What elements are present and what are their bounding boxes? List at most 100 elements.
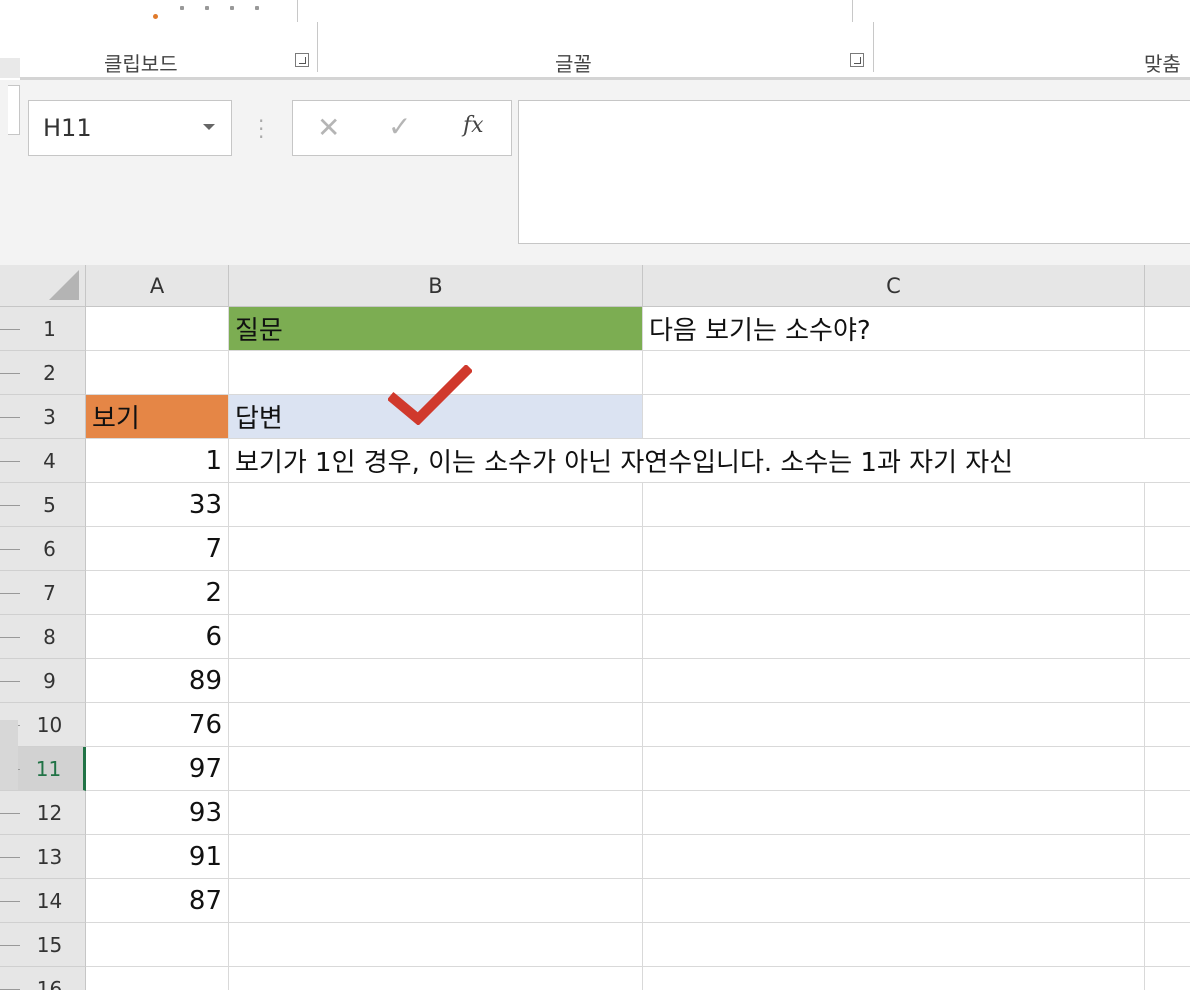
cell-d11[interactable] [1145,747,1190,791]
row-header-12[interactable]: 12 [0,791,86,835]
row-header-5[interactable]: 5 [0,483,86,527]
insert-function-icon[interactable]: fx [463,113,484,138]
cell-a8[interactable]: 6 [86,615,229,659]
cell-c7[interactable] [643,571,1145,615]
clipboard-dialog-launcher-icon[interactable] [295,53,309,67]
cell-a1[interactable] [86,307,229,351]
ribbon-dot [180,6,184,10]
cell-c1[interactable]: 다음 보기는 소수야? [643,307,1145,351]
cell-b15[interactable] [229,923,643,967]
cell-c11[interactable] [643,747,1145,791]
cell-a2[interactable] [86,351,229,395]
formula-input[interactable] [518,100,1190,244]
cell-d12[interactable] [1145,791,1190,835]
row-header-15[interactable]: 15 [0,923,86,967]
cell-d9[interactable] [1145,659,1190,703]
cell-c8[interactable] [643,615,1145,659]
cell-a11[interactable]: 97 [86,747,229,791]
cell-a16[interactable] [86,967,229,990]
cell-c10[interactable] [643,703,1145,747]
cell-d7[interactable] [1145,571,1190,615]
cell-d2[interactable] [1145,351,1190,395]
row-outline-tick [0,988,20,990]
row-header-8[interactable]: 8 [0,615,86,659]
cell-b11[interactable] [229,747,643,791]
row-header-2[interactable]: 2 [0,351,86,395]
cell-c5[interactable] [643,483,1145,527]
cell-c13[interactable] [643,835,1145,879]
cell-b1[interactable]: 질문 [229,307,643,351]
cell-b7[interactable] [229,571,643,615]
cell-value: 1 [205,445,222,476]
row-header-1[interactable]: 1 [0,307,86,351]
cell-c3[interactable] [643,395,1145,439]
name-box-dropdown-icon[interactable] [203,124,215,130]
cell-b8[interactable] [229,615,643,659]
worksheet-grid: A B C 1 질문 다음 보기는 소수야? 2 3 보기 답변 4 1 보기가 1인 경우, 이… [0,265,1190,990]
cell-c12[interactable] [643,791,1145,835]
cell-b12[interactable] [229,791,643,835]
cell-d6[interactable] [1145,527,1190,571]
cell-a14[interactable]: 87 [86,879,229,923]
cell-d15[interactable] [1145,923,1190,967]
cell-c15[interactable] [643,923,1145,967]
cell-value: 6 [205,621,222,652]
cell-a10[interactable]: 76 [86,703,229,747]
cell-d3[interactable] [1145,395,1190,439]
row-header-16[interactable]: 16 [0,967,86,990]
cell-a4[interactable]: 1 [86,439,229,483]
checkmark-annotation-icon [388,365,472,425]
cell-d16[interactable] [1145,967,1190,990]
column-header-b[interactable]: B [229,265,643,307]
cancel-icon[interactable]: ✕ [317,111,340,144]
row-header-9[interactable]: 9 [0,659,86,703]
cell-a3[interactable]: 보기 [86,395,229,439]
cell-b6[interactable] [229,527,643,571]
select-all-button[interactable] [0,265,86,307]
ribbon-dot [205,6,209,10]
cell-b14[interactable] [229,879,643,923]
cell-d10[interactable] [1145,703,1190,747]
cell-d14[interactable] [1145,879,1190,923]
row-outline-tick [0,944,20,946]
cell-a7[interactable]: 2 [86,571,229,615]
cell-value: 33 [188,489,222,520]
cell-d8[interactable] [1145,615,1190,659]
row-header-3[interactable]: 3 [0,395,86,439]
cell-b5[interactable] [229,483,643,527]
row-header-14[interactable]: 14 [0,879,86,923]
cell-a15[interactable] [86,923,229,967]
cell-a13[interactable]: 91 [86,835,229,879]
cell-b4[interactable]: 보기가 1인 경우, 이는 소수가 아닌 자연수입니다. 소수는 1과 자기 자… [229,439,1190,483]
column-header-c[interactable]: C [643,265,1145,307]
cell-b16[interactable] [229,967,643,990]
formula-bar-grip-icon[interactable]: · · · [258,111,264,147]
cell-b13[interactable] [229,835,643,879]
cell-a6[interactable]: 7 [86,527,229,571]
cell-d5[interactable] [1145,483,1190,527]
cell-a5[interactable]: 33 [86,483,229,527]
cell-b10[interactable] [229,703,643,747]
row-header-13[interactable]: 13 [0,835,86,879]
row-header-6[interactable]: 6 [0,527,86,571]
cell-d13[interactable] [1145,835,1190,879]
cell-d1[interactable] [1145,307,1190,351]
column-header-d[interactable] [1145,265,1190,307]
enter-check-icon[interactable]: ✓ [388,110,411,143]
cell-c6[interactable] [643,527,1145,571]
cell-c2[interactable] [643,351,1145,395]
name-box[interactable]: H11 [28,100,232,156]
cell-c16[interactable] [643,967,1145,990]
row-header-7[interactable]: 7 [0,571,86,615]
ribbon-dot [255,6,259,10]
row-header-4[interactable]: 4 [0,439,86,483]
row-outline-tick [0,416,20,418]
ribbon-group-font-label: 글꼴 [555,52,592,76]
cell-a12[interactable]: 93 [86,791,229,835]
cell-a9[interactable]: 89 [86,659,229,703]
font-dialog-launcher-icon[interactable] [850,53,864,67]
cell-c14[interactable] [643,879,1145,923]
cell-c9[interactable] [643,659,1145,703]
cell-b9[interactable] [229,659,643,703]
column-header-a[interactable]: A [86,265,229,307]
